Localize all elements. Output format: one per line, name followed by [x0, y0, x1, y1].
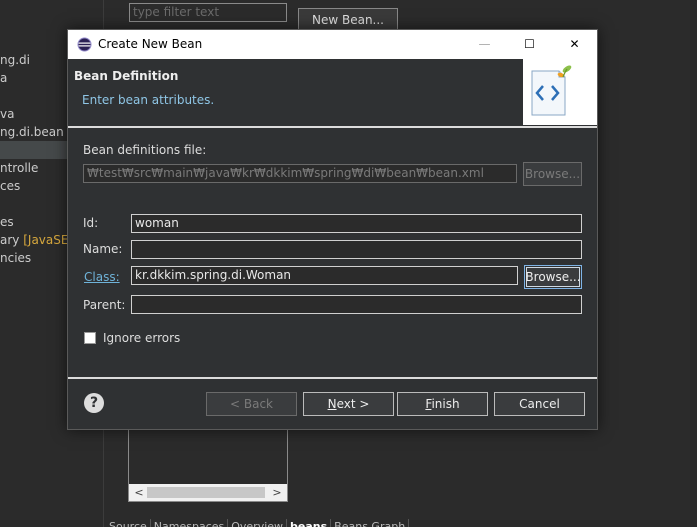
class-link[interactable]: Class:: [84, 270, 120, 284]
horizontal-scrollbar[interactable]: < >: [129, 484, 287, 501]
tree-item[interactable]: ng.di: [0, 51, 30, 69]
close-button[interactable]: ✕: [552, 30, 597, 59]
scroll-left-icon[interactable]: <: [131, 484, 147, 501]
parent-field[interactable]: [131, 295, 582, 314]
scrollbar-thumb[interactable]: [147, 487, 265, 498]
wizard-banner: Bean Definition Enter bean attributes.: [68, 59, 597, 127]
tab-source[interactable]: Source: [106, 519, 151, 527]
class-browse-button[interactable]: Browse...: [524, 265, 582, 289]
eclipse-icon: [77, 37, 92, 52]
name-label: Name:: [83, 242, 123, 256]
minimize-button[interactable]: —: [462, 30, 507, 59]
help-icon[interactable]: ?: [84, 393, 104, 413]
tab-overview[interactable]: Overview: [228, 519, 288, 527]
editor-tabs: Source Namespaces Overview beans Beans Graph: [106, 517, 697, 527]
bean-file-field: ₩test₩src₩main₩java₩kr₩dkkim₩spring₩di₩b…: [83, 164, 517, 183]
tree-item[interactable]: ces: [0, 177, 20, 195]
parent-label: Parent:: [83, 298, 126, 312]
tab-beans[interactable]: beans: [287, 519, 332, 527]
finish-button[interactable]: Finish: [397, 392, 488, 416]
id-label: Id:: [83, 216, 99, 230]
banner-message: Enter bean attributes.: [82, 93, 215, 107]
filter-input[interactable]: type filter text: [129, 3, 287, 22]
tab-namespaces[interactable]: Namespaces: [151, 519, 229, 527]
scroll-right-icon[interactable]: >: [269, 484, 285, 501]
tree-item[interactable]: ncies: [0, 249, 31, 267]
tab-beans-graph[interactable]: Beans Graph: [331, 519, 410, 527]
next-label: ext >: [336, 397, 370, 411]
banner-divider: [68, 126, 597, 128]
bean-wizard-icon: [523, 59, 597, 125]
id-field[interactable]: woman: [131, 214, 582, 233]
finish-label: inish: [431, 397, 460, 411]
tree-item-label: ary: [0, 233, 20, 247]
tree-item[interactable]: ntrolle: [0, 159, 38, 177]
tree-item[interactable]: ng.di.bean: [0, 123, 64, 141]
banner-title: Bean Definition: [74, 69, 179, 83]
cancel-button[interactable]: Cancel: [494, 392, 585, 416]
tree-item[interactable]: es: [0, 213, 14, 231]
dialog-titlebar[interactable]: Create New Bean — ☐ ✕: [68, 30, 597, 59]
ignore-errors-label[interactable]: Ignore errors: [103, 331, 180, 345]
next-mnemonic: N: [327, 397, 337, 411]
bean-file-browse-button: Browse...: [523, 162, 582, 186]
bean-file-label: Bean definitions file:: [83, 143, 207, 157]
tree-item[interactable]: va: [0, 105, 14, 123]
maximize-button[interactable]: ☐: [507, 30, 552, 59]
create-new-bean-dialog: Create New Bean — ☐ ✕ Bean Definition En…: [67, 29, 598, 430]
ignore-errors-checkbox[interactable]: [84, 332, 96, 344]
next-button[interactable]: Next >: [303, 392, 394, 416]
class-field[interactable]: kr.dkkim.spring.di.Woman: [131, 266, 518, 285]
dialog-title: Create New Bean: [98, 37, 203, 51]
tree-item[interactable]: a: [0, 69, 7, 87]
back-button: < Back: [206, 392, 297, 416]
name-field[interactable]: [131, 240, 582, 259]
footer-divider: [68, 377, 597, 379]
